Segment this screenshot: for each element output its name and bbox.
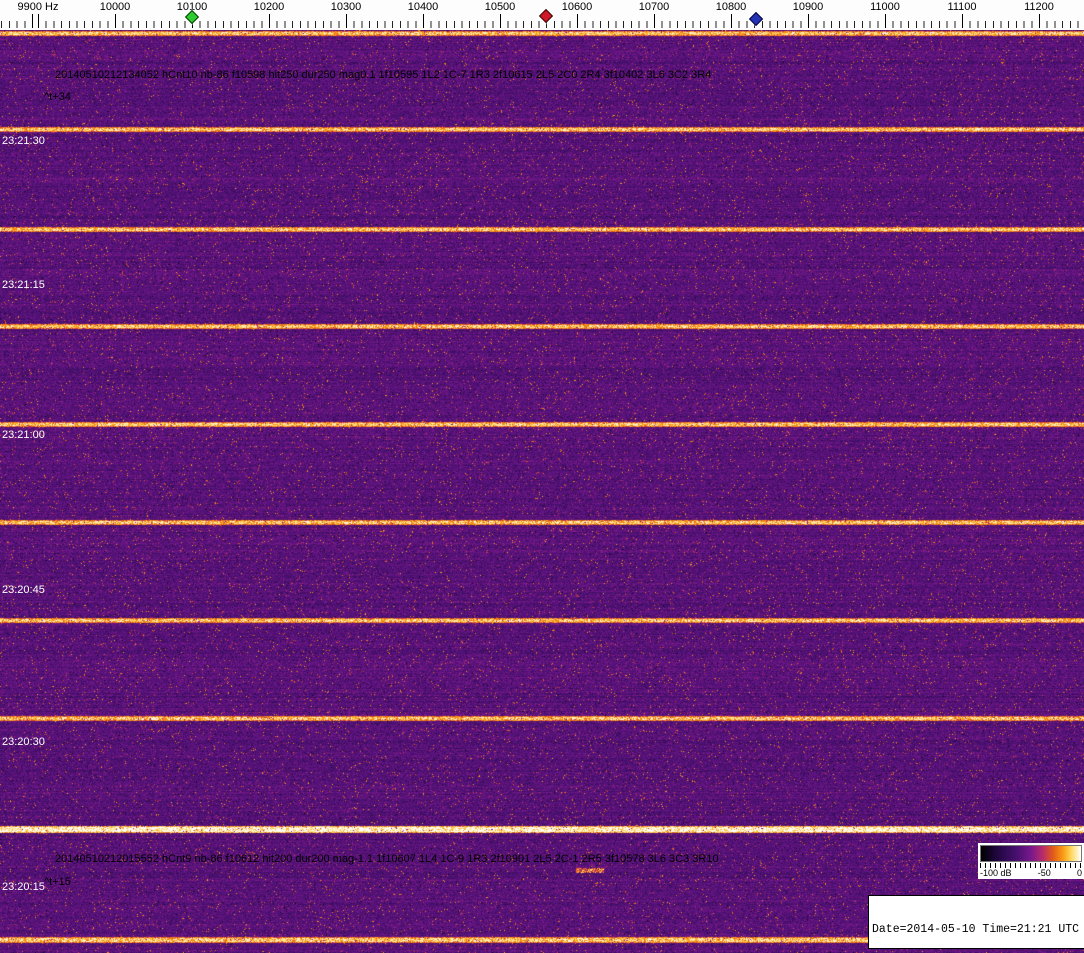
time-label: 23:21:30: [2, 135, 45, 147]
legend-label-mid: -50: [1037, 868, 1051, 878]
color-gradient-bar: [980, 845, 1082, 862]
spectrogram-overlay: -100 dB -50 0 Date=2014-05-10 Time=21:21…: [0, 0, 1084, 953]
time-label: 23:20:45: [2, 584, 45, 596]
time-label: 23:20:30: [2, 736, 45, 748]
event-annotation: ^t+15: [44, 876, 71, 888]
event-annotation: 20140510212134052 hCnt10 nb-86 f10598 hi…: [55, 69, 712, 81]
info-date-line: Date=2014-05-10 Time=21:21 UTC: [872, 923, 1080, 936]
color-scale-legend: -100 dB -50 0: [978, 843, 1084, 879]
station-info-box: Date=2014-05-10 Time=21:21 UTC Freq=143 …: [868, 895, 1084, 949]
event-annotation: 20140510212015552 hCnt9 nb-86 f10612 hit…: [55, 853, 719, 865]
time-label: 23:21:00: [2, 429, 45, 441]
event-annotation: ^t+34: [44, 91, 71, 103]
meteor-echo-display: 9900 Hz 10000 10100 10200 10300 10400 10500 106…: [0, 0, 1084, 953]
time-label: 23:20:15: [2, 881, 45, 893]
legend-label-min: -100 dB: [980, 868, 1012, 878]
legend-label-max: 0: [1076, 868, 1082, 878]
time-label: 23:21:15: [2, 279, 45, 291]
legend-labels: -100 dB -50 0: [980, 868, 1082, 878]
